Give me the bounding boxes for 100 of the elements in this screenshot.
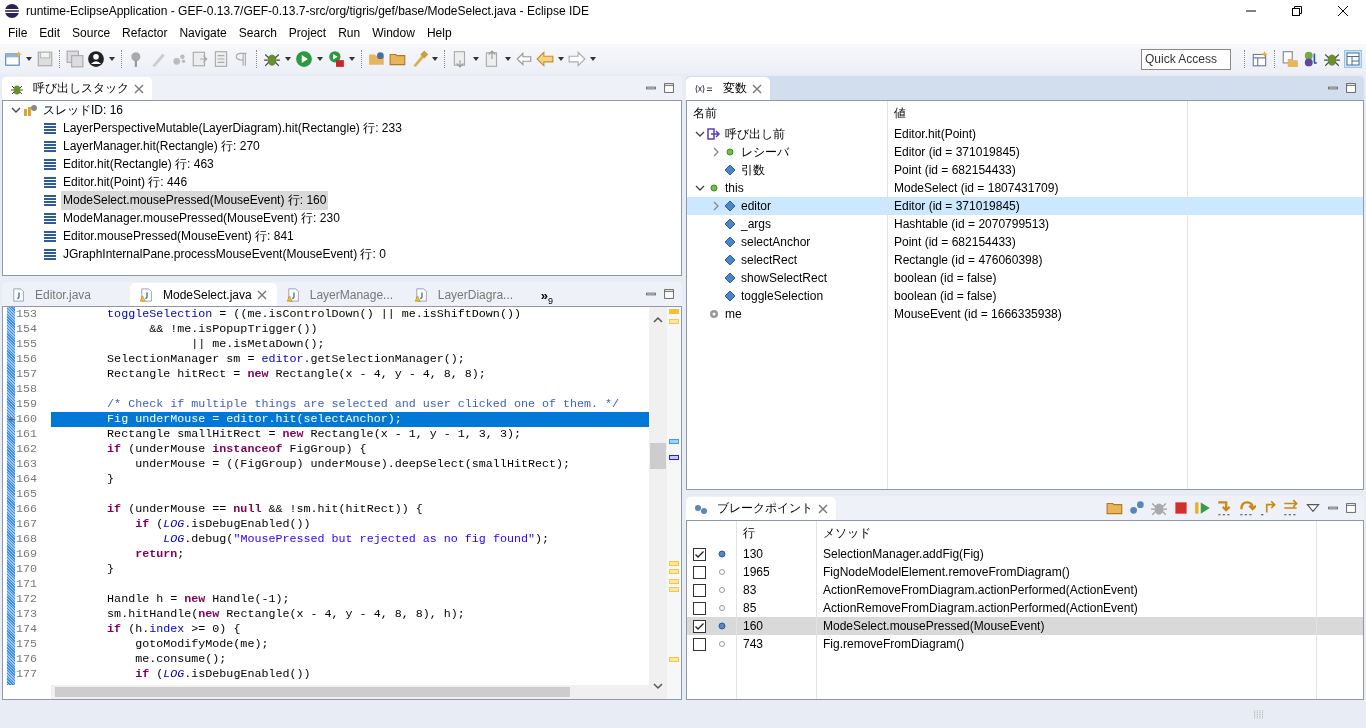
- stack-frame[interactable]: ModeManager.mousePressed(MouseEvent) 行: 230: [61, 208, 342, 228]
- user-icon[interactable]: [87, 50, 105, 68]
- menu-item[interactable]: Refactor: [116, 26, 174, 40]
- variable-value: Point (id = 682154433): [894, 163, 1016, 177]
- diamond-icon: [723, 235, 737, 249]
- menu-item[interactable]: File: [2, 26, 34, 40]
- menu-item[interactable]: Search: [232, 26, 283, 40]
- editor-tab[interactable]: ModeSelect.java: [130, 283, 277, 306]
- variable-row[interactable]: editor Editor (id = 371019845): [687, 197, 1363, 215]
- call-stack-tab[interactable]: 呼び出しスタック: [2, 77, 152, 100]
- variable-row[interactable]: selectAnchor Point (id = 682154433): [687, 233, 1363, 251]
- stack-frame[interactable]: ModeSelect.mousePressed(MouseEvent) 行: 160: [61, 190, 329, 210]
- line-number: 160: [3, 412, 51, 427]
- line-number: 161: [15, 427, 39, 442]
- variable-row[interactable]: selectRect Rectangle (id = 476060398): [687, 251, 1363, 269]
- scrollbar-thumb[interactable]: [650, 443, 666, 469]
- stack-frame[interactable]: Editor.mousePressed(MouseEvent) 行: 841: [61, 226, 296, 246]
- editor-tab[interactable]: Editor.java: [2, 283, 130, 306]
- line-number: 85: [743, 601, 757, 615]
- variable-row[interactable]: toggleSelection boolean (id = false): [687, 287, 1363, 305]
- quick-access-field[interactable]: Quick Access: [1141, 48, 1231, 70]
- code-line: underMouse = ((FigGroup) underMouse).deepSelect(smallHitRect);: [134, 457, 571, 472]
- editor-tab[interactable]: LayerManage...: [276, 283, 405, 306]
- step-over-icon[interactable]: [1238, 499, 1256, 517]
- column-header[interactable]: 名前: [687, 101, 888, 125]
- variable-row[interactable]: showSelectRect boolean (id = false): [687, 269, 1363, 287]
- code-line: if (h.index >= 0) {: [106, 622, 242, 637]
- menu-item[interactable]: Navigate: [173, 26, 233, 40]
- column-header[interactable]: 行: [737, 521, 817, 545]
- close-icon[interactable]: [256, 289, 267, 300]
- line-number: 173: [15, 607, 39, 622]
- open-folder-icon[interactable]: [368, 50, 386, 68]
- run-external-icon[interactable]: [327, 50, 345, 68]
- scrollbar-track[interactable]: [51, 685, 649, 699]
- line-number: 154: [15, 322, 39, 337]
- variable-row[interactable]: 引数 Point (id = 682154433): [687, 161, 1363, 179]
- stack-frame[interactable]: JGraphInternalPane.processMouseEvent(MouseEvent) 行: 0: [61, 244, 388, 264]
- files-icon[interactable]: [1281, 50, 1299, 68]
- column-header[interactable]: メソッド: [817, 521, 1317, 545]
- checkbox[interactable]: [693, 565, 706, 579]
- menu-item[interactable]: Run: [332, 26, 367, 40]
- code-line: }: [106, 472, 116, 487]
- line-number: 162: [15, 442, 39, 457]
- menu-item[interactable]: Project: [282, 26, 333, 40]
- menu-item[interactable]: Source: [66, 26, 117, 40]
- variables-tab[interactable]: 変数: [686, 77, 770, 100]
- forward-arrow-icon: [568, 50, 586, 68]
- stack-frame-icon: [43, 193, 57, 207]
- breakpoint-row[interactable]: 160 ModeSelect.mousePressed(MouseEvent): [687, 617, 1363, 635]
- breakpoints-tab[interactable]: ブレークポイント: [686, 497, 836, 520]
- checkbox[interactable]: [693, 601, 706, 615]
- overview-marker[interactable]: [669, 439, 679, 444]
- stack-frame-icon: [43, 229, 57, 243]
- variable-row[interactable]: 呼び出し前 Editor.hit(Point): [687, 125, 1363, 143]
- variable-name: editor: [741, 199, 772, 213]
- variable-value: Point (id = 682154433): [894, 235, 1016, 249]
- menu-item[interactable]: Window: [366, 26, 421, 40]
- step-into-icon[interactable]: [1216, 499, 1234, 517]
- variable-row[interactable]: レシーバ Editor (id = 371019845): [687, 143, 1363, 161]
- step-return-icon[interactable]: [1260, 499, 1278, 517]
- variable-row[interactable]: me MouseEvent (id = 1666335938): [687, 305, 1363, 323]
- java-file-warning-icon: [414, 287, 429, 302]
- stack-frame[interactable]: LayerManager.hit(Rectangle) 行: 270: [61, 136, 262, 156]
- open-perspective-icon[interactable]: [1251, 50, 1269, 68]
- checked-checkbox[interactable]: [693, 619, 706, 633]
- breakpoint-row[interactable]: 743 Fig.removeFromDiagram(): [687, 635, 1363, 653]
- stack-frame[interactable]: LayerPerspectiveMutable(LayerDiagram).hit(Rectangle) 行: 233: [61, 118, 404, 138]
- breakpoint-row[interactable]: 83 ActionRemoveFromDiagram.actionPerformed(ActionEvent): [687, 581, 1363, 599]
- breakpoints-icon[interactable]: [1128, 499, 1146, 517]
- stack-frame[interactable]: Editor.hit(Point) 行: 446: [61, 172, 190, 192]
- breakpoint-row[interactable]: 130 SelectionManager.addFig(Fig): [687, 545, 1363, 563]
- checkbox[interactable]: [693, 637, 706, 651]
- stop-icon[interactable]: [1172, 499, 1190, 517]
- variable-row[interactable]: _args Hashtable (id = 2070799513): [687, 215, 1363, 233]
- scrollbar-thumb[interactable]: [55, 687, 570, 697]
- plugin-icon[interactable]: [1302, 50, 1320, 68]
- scrollbar-track[interactable]: [649, 307, 667, 699]
- close-icon[interactable]: [134, 83, 144, 94]
- line-number: 1965: [743, 565, 770, 579]
- menu-item[interactable]: Help: [420, 26, 458, 40]
- overview-marker[interactable]: [669, 455, 679, 460]
- layout-icon[interactable]: [1344, 50, 1362, 68]
- breakpoint-row[interactable]: 1965 FigNodeModelElement.removeFromDiagram(): [687, 563, 1363, 581]
- code-line: me.consume();: [134, 652, 228, 667]
- close-icon[interactable]: [752, 83, 762, 94]
- code-line: sm.hitHandle(new Rectangle(x - 4, y - 4, 8, 8), h);: [106, 607, 466, 622]
- checked-checkbox[interactable]: [693, 547, 706, 561]
- method-name: FigNodeModelElement.removeFromDiagram(): [823, 565, 1070, 579]
- column-header[interactable]: 値: [888, 101, 1188, 125]
- editor-tab[interactable]: LayerDiagra...: [404, 283, 533, 306]
- resume-icon[interactable]: [1194, 499, 1212, 517]
- thread-label[interactable]: スレッドID: 16: [41, 101, 125, 120]
- run-icon[interactable]: [295, 50, 313, 68]
- menu-item[interactable]: Edit: [33, 26, 67, 40]
- overflow-tabs[interactable]: »$_{9}$: [532, 288, 561, 306]
- code-line: Rectangle smallHitRect = new Rectangle(x - 1, y - 1, 3, 3);: [106, 427, 522, 442]
- close-icon[interactable]: [818, 503, 828, 514]
- java-file-warning-icon: [286, 287, 301, 302]
- stack-frame[interactable]: Editor.hit(Rectangle) 行: 463: [61, 154, 216, 174]
- checkbox[interactable]: [693, 583, 706, 597]
